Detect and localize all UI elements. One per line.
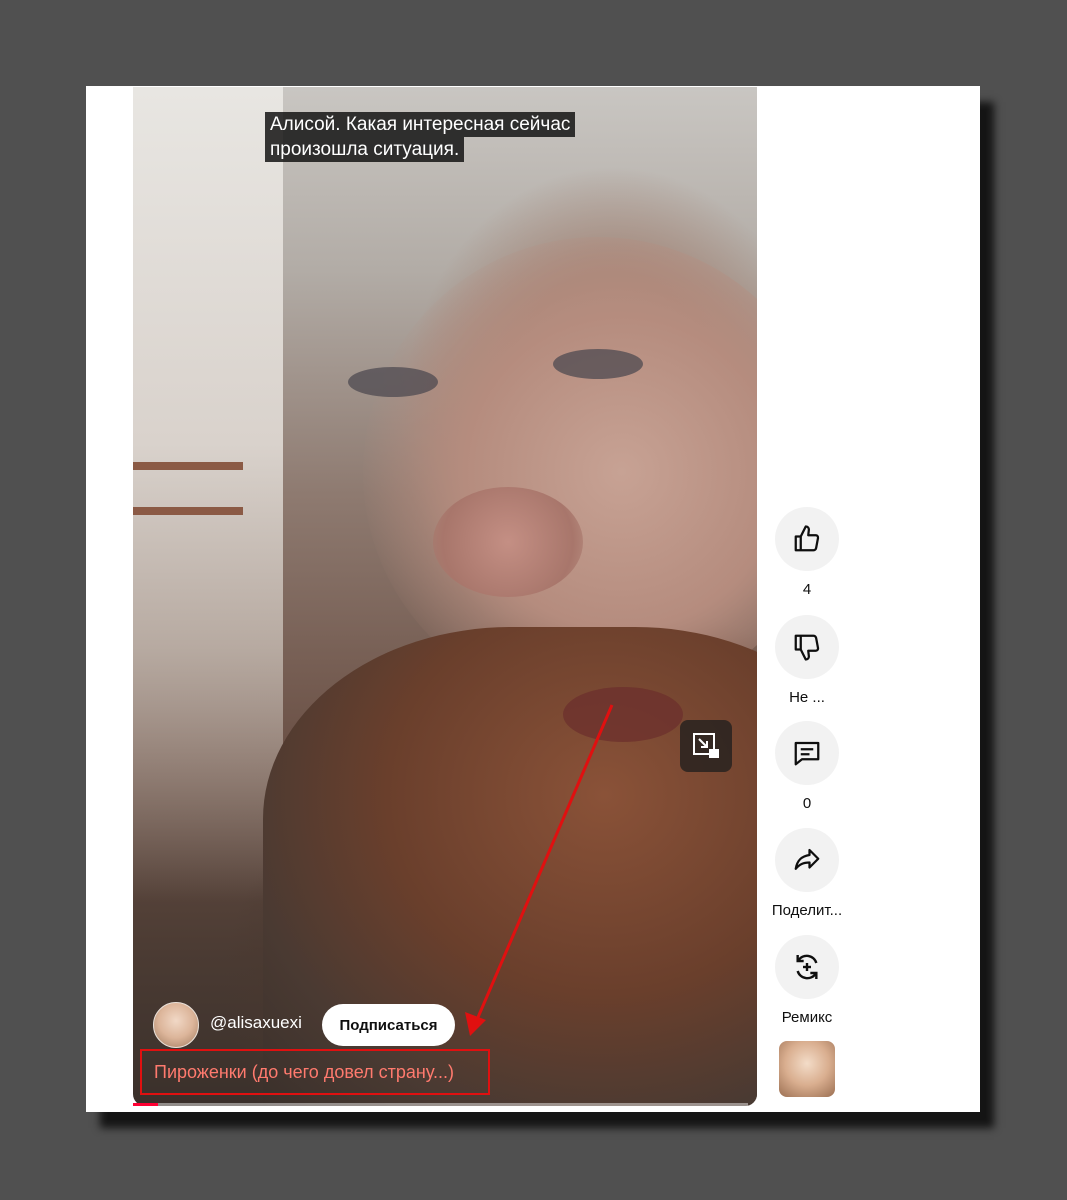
share-label: Поделит... [771,902,843,919]
comment-icon [794,741,820,766]
like-count: 4 [802,581,812,598]
thumb-up-icon [794,525,820,552]
remix-button[interactable] [775,935,839,999]
dislike-action: Не ... [760,615,854,706]
share-action: Поделит... [760,828,854,919]
like-button[interactable] [775,507,839,571]
remix-label: Ремикс [781,1009,833,1026]
share-icon [794,848,820,870]
comments-button[interactable] [775,721,839,785]
annotation-arrow [465,704,614,1036]
dislike-button[interactable] [775,615,839,679]
sound-source-thumbnail[interactable] [779,1041,835,1097]
comment-count: 0 [802,795,812,812]
thumb-down-icon [794,634,820,661]
comments-action: 0 [760,721,854,812]
remix-action: Ремикс [760,935,854,1026]
like-action: 4 [760,507,854,598]
share-button[interactable] [775,828,839,892]
dislike-label: Не ... [789,689,825,706]
remix-icon [796,954,818,980]
